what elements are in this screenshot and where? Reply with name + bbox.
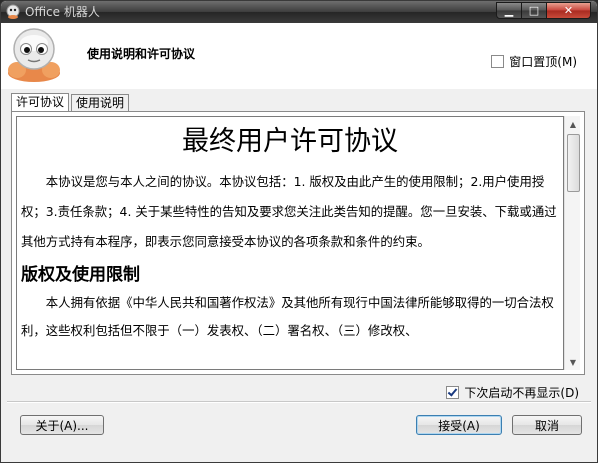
section-heading: 版权及使用限制 bbox=[21, 265, 140, 285]
cancel-button[interactable]: 取消 bbox=[512, 415, 582, 435]
license-paragraph-1: 本协议是您与本人之间的协议。本协议包括：1. 版权及由此产生的使用限制；2.用户… bbox=[21, 174, 557, 249]
minimize-button[interactable]: ▁ bbox=[496, 2, 522, 19]
title-bar[interactable]: Office 机器人 ▁ □ ✕ bbox=[1, 1, 597, 23]
license-text-area[interactable]: 最终用户许可协议 本协议是您与本人之间的协议。本协议包括：1. 版权及由此产生的… bbox=[16, 116, 564, 370]
tab-panel: 最终用户许可协议 本协议是您与本人之间的协议。本协议包括：1. 版权及由此产生的… bbox=[11, 111, 585, 375]
scroll-down-arrow-icon[interactable]: ▼ bbox=[565, 354, 581, 370]
document-title: 最终用户许可协议 bbox=[182, 126, 398, 157]
maximize-button[interactable]: □ bbox=[522, 2, 547, 19]
vertical-scrollbar[interactable]: ▲ ▼ bbox=[564, 116, 580, 370]
dialog-header: 使用说明和许可协议 窗口置顶(M) bbox=[1, 23, 597, 89]
maximize-icon: □ bbox=[528, 4, 540, 17]
scroll-thumb[interactable] bbox=[567, 134, 580, 192]
accept-button[interactable]: 接受(A) bbox=[416, 415, 502, 435]
divider bbox=[7, 401, 591, 403]
dont-show-again-label: 下次启动不再显示(D) bbox=[464, 386, 579, 400]
license-paragraph-2: 本人拥有依据《中华人民共和国著作权法》及其他所有现行中国法律所能够取得的一切合法… bbox=[21, 295, 554, 338]
scroll-up-arrow-icon[interactable]: ▲ bbox=[565, 116, 581, 132]
always-on-top-checkbox[interactable]: 窗口置顶(M) bbox=[491, 53, 577, 70]
always-on-top-label: 窗口置顶(M) bbox=[509, 55, 577, 69]
window-title: Office 机器人 bbox=[25, 5, 100, 19]
robot-mascot-icon bbox=[8, 28, 60, 82]
close-icon: ✕ bbox=[563, 4, 574, 17]
minimize-icon: ▁ bbox=[504, 4, 514, 17]
dialog-window: Office 机器人 ▁ □ ✕ 使用说明和许可协议 窗口置顶(M) 许可协议 … bbox=[0, 0, 598, 463]
about-button[interactable]: 关于(A)... bbox=[20, 415, 104, 435]
dont-show-again-checkbox[interactable]: 下次启动不再显示(D) bbox=[446, 384, 579, 401]
checkbox-box-checked[interactable] bbox=[446, 386, 460, 399]
header-title: 使用说明和许可协议 bbox=[87, 47, 196, 61]
checkbox-box[interactable] bbox=[491, 55, 505, 68]
close-button[interactable]: ✕ bbox=[547, 2, 591, 19]
robot-app-icon bbox=[6, 4, 20, 19]
